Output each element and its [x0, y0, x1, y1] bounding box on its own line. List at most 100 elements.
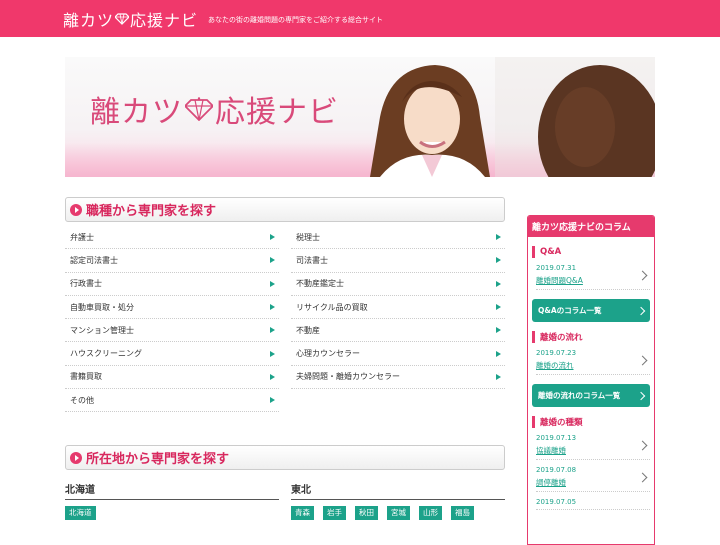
list-item[interactable]: 司法書士 — [291, 249, 505, 273]
chevron-right-icon — [637, 270, 648, 280]
pref-tag[interactable]: 秋田 — [355, 506, 378, 521]
list-item[interactable]: 弁護士 — [65, 226, 279, 250]
arrow-right-icon — [496, 257, 501, 264]
list-item[interactable]: 不動産鑑定士 — [291, 273, 505, 296]
location-section-title: 所在地から専門家を探す — [86, 452, 230, 468]
region-heading: 東北 — [291, 481, 505, 501]
region-hokkaido: 北海道 北海道 — [65, 481, 279, 521]
sidebar-post[interactable]: 2019.07.23 離婚の流れ — [536, 349, 650, 375]
post-title[interactable]: 離婚問題Q&A — [536, 275, 583, 286]
profession-col-right: 税理士 司法書士 不動産鑑定士 リサイクル品の買取 不動産 心理カウンセラー 夫… — [291, 226, 505, 412]
region-heading: 北海道 — [65, 481, 279, 501]
sidebar-title: 離カツ応援ナビのコラム — [528, 216, 654, 237]
item-label: 認定司法書士 — [70, 255, 118, 265]
pref-tag[interactable]: 青森 — [291, 506, 314, 521]
list-item[interactable]: 認定司法書士 — [65, 249, 279, 273]
more-button[interactable]: 離婚の流れのコラム一覧 — [532, 384, 650, 407]
arrow-right-icon — [496, 373, 501, 380]
item-label: 不動産 — [296, 325, 320, 335]
arrow-right-icon — [270, 280, 275, 287]
main-content: 職種から専門家を探す 弁護士 認定司法書士 行政書士 自動車買取・処分 マンショ… — [65, 197, 505, 521]
more-label: Q&Aのコラム一覧 — [538, 306, 602, 315]
list-item[interactable]: 自動車買取・処分 — [65, 296, 279, 320]
arrow-right-icon — [270, 350, 275, 357]
diamond-icon — [115, 12, 130, 25]
item-label: 自動車買取・処分 — [70, 302, 134, 312]
post-title[interactable]: 協議離婚 — [536, 445, 576, 456]
arrow-right-icon — [270, 257, 275, 264]
list-item[interactable]: その他 — [65, 389, 279, 413]
arrow-right-icon — [270, 304, 275, 311]
site-logo[interactable]: 離カツ 応援ナビ — [63, 7, 198, 31]
sidebar-section-types: 離婚の種類 2019.07.13 協議離婚 2019.07.08 調停離婚 20… — [528, 416, 654, 510]
arrow-right-icon — [270, 397, 275, 404]
item-label: 行政書士 — [70, 279, 102, 289]
list-item[interactable]: 書籍買取 — [65, 366, 279, 390]
person-back-photo — [495, 57, 655, 177]
arrow-right-icon — [496, 350, 501, 357]
arrow-right-icon — [496, 234, 501, 241]
sidebar-post[interactable]: 2019.07.05 — [536, 498, 650, 510]
arrow-right-icon — [270, 234, 275, 241]
item-label: 不動産鑑定士 — [296, 279, 344, 289]
hero-banner: 離カツ 応援ナビ — [65, 57, 655, 177]
sidebar-subheading: 離婚の流れ — [532, 331, 654, 343]
sidebar-post[interactable]: 2019.07.13 協議離婚 — [536, 434, 650, 460]
sidebar-post[interactable]: 2019.07.08 調停離婚 — [536, 466, 650, 492]
more-button[interactable]: Q&Aのコラム一覧 — [532, 299, 650, 322]
post-date: 2019.07.23 — [536, 349, 577, 357]
site-tagline: あなたの街の離婚問題の専門家をご紹介する総合サイト — [208, 15, 384, 24]
chevron-right-icon — [636, 306, 646, 315]
circle-arrow-icon — [70, 451, 82, 464]
hero-title-2: 応援ナビ — [215, 95, 339, 130]
profession-grid: 弁護士 認定司法書士 行政書士 自動車買取・処分 マンション管理士 ハウスクリー… — [65, 226, 505, 413]
arrow-right-icon — [496, 304, 501, 311]
item-label: 税理士 — [296, 232, 320, 242]
sidebar-section-flow: 離婚の流れ 2019.07.23 離婚の流れ 離婚の流れのコラム一覧 — [528, 331, 654, 407]
item-label: 書籍買取 — [70, 372, 102, 382]
arrow-right-icon — [496, 327, 501, 334]
pref-tag[interactable]: 山形 — [419, 506, 442, 521]
post-title[interactable]: 調停離婚 — [536, 477, 576, 488]
pref-tag[interactable]: 宮城 — [387, 506, 410, 521]
pref-tags: 青森 岩手 秋田 宮城 山形 福島 — [291, 506, 505, 521]
list-item[interactable]: 税理士 — [291, 226, 505, 250]
column-sidebar: 離カツ応援ナビのコラム Q&A 2019.07.31 離婚問題Q&A Q&Aのコ… — [527, 215, 655, 545]
woman-photo — [370, 65, 490, 177]
pref-tag[interactable]: 岩手 — [323, 506, 346, 521]
list-item[interactable]: マンション管理士 — [65, 319, 279, 343]
site-header: 離カツ 応援ナビ あなたの街の離婚問題の専門家をご紹介する総合サイト — [0, 0, 720, 37]
sidebar-subheading: Q&A — [532, 246, 654, 258]
sidebar-post[interactable]: 2019.07.31 離婚問題Q&A — [536, 264, 650, 290]
list-item[interactable]: 夫婦問題・離婚カウンセラー — [291, 366, 505, 390]
arrow-right-icon — [270, 327, 275, 334]
profession-col-left: 弁護士 認定司法書士 行政書士 自動車買取・処分 マンション管理士 ハウスクリー… — [65, 226, 279, 413]
list-item[interactable]: リサイクル品の買取 — [291, 296, 505, 320]
location-section-header: 所在地から専門家を探す — [65, 445, 505, 471]
pref-tags: 北海道 — [65, 506, 279, 521]
list-item[interactable]: ハウスクリーニング — [65, 342, 279, 366]
post-date: 2019.07.05 — [536, 498, 577, 506]
logo-text-2: 応援ナビ — [130, 10, 199, 30]
pref-tag[interactable]: 福島 — [451, 506, 474, 521]
item-label: 夫婦問題・離婚カウンセラー — [296, 372, 400, 382]
list-item[interactable]: 行政書士 — [65, 273, 279, 296]
arrow-right-icon — [496, 280, 501, 287]
item-label: ハウスクリーニング — [70, 349, 142, 359]
hero-diamond-icon — [185, 97, 213, 121]
list-item[interactable]: 不動産 — [291, 319, 505, 343]
item-label: その他 — [70, 395, 94, 405]
post-title[interactable]: 離婚の流れ — [536, 360, 576, 371]
item-label: 心理カウンセラー — [296, 349, 360, 359]
chevron-right-icon — [637, 355, 648, 365]
sidebar-section-qa: Q&A 2019.07.31 離婚問題Q&A Q&Aのコラム一覧 — [528, 246, 654, 322]
hero-title-1: 離カツ — [90, 95, 183, 130]
pref-tag[interactable]: 北海道 — [65, 506, 96, 521]
item-label: 弁護士 — [70, 232, 94, 242]
region-tohoku: 東北 青森 岩手 秋田 宮城 山形 福島 — [291, 481, 505, 521]
post-date: 2019.07.08 — [536, 466, 577, 474]
list-item[interactable]: 心理カウンセラー — [291, 342, 505, 366]
profession-section-header: 職種から専門家を探す — [65, 197, 505, 222]
logo-text-1: 離カツ — [63, 10, 115, 30]
chevron-right-icon — [637, 472, 648, 482]
